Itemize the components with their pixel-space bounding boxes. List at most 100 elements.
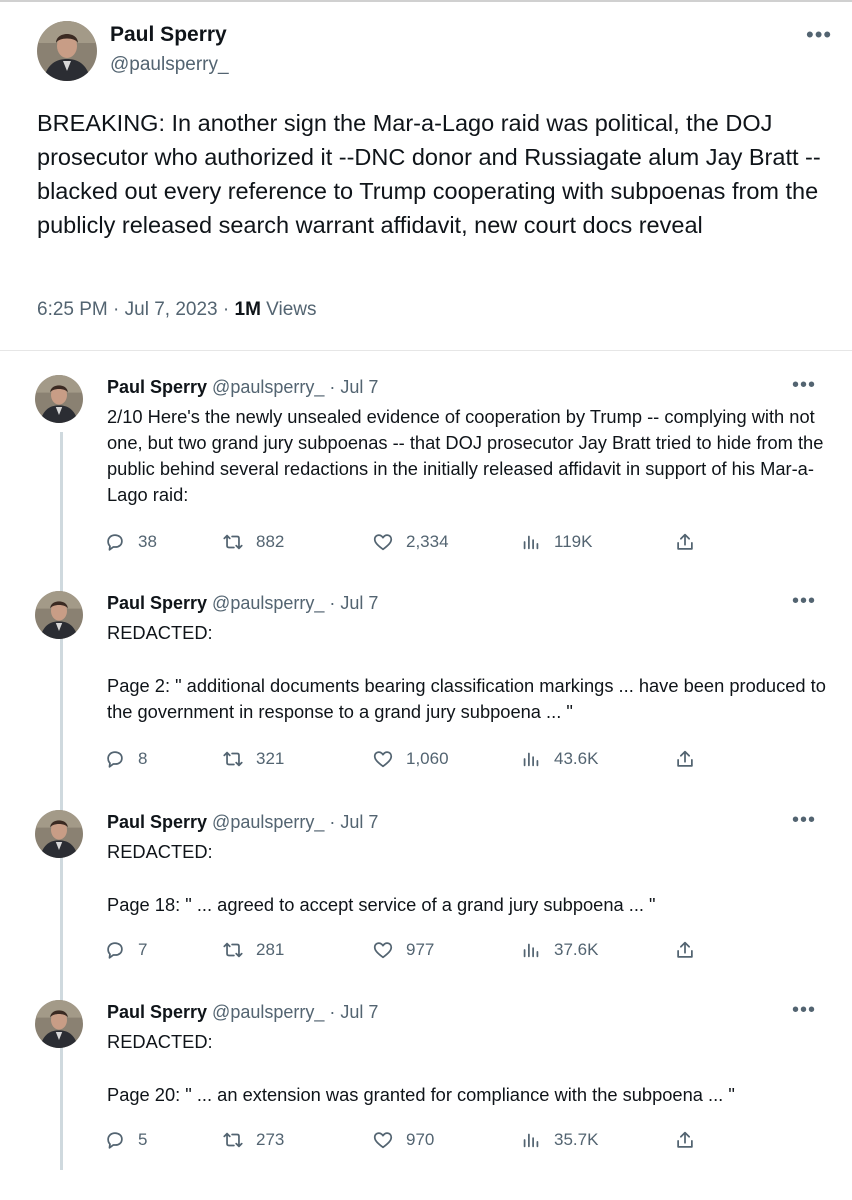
thread-line	[60, 432, 63, 1170]
views-button[interactable]: 119K	[520, 531, 592, 553]
like-count: 1,060	[406, 749, 449, 768]
author-handle-date[interactable]: @paulsperry_ · Jul 7	[207, 1002, 378, 1022]
reply-count: 8	[138, 749, 148, 768]
views-icon	[523, 943, 539, 958]
reply-icon	[107, 942, 123, 959]
reply-header: Paul Sperry @paulsperry_ · Jul 7	[107, 1002, 378, 1023]
more-icon[interactable]: •••	[792, 999, 816, 1022]
avatar[interactable]	[35, 375, 83, 423]
retweet-button[interactable]: 273	[222, 1129, 284, 1151]
author-handle-date[interactable]: @paulsperry_ · Jul 7	[207, 812, 378, 832]
more-icon[interactable]: •••	[806, 22, 832, 48]
reply-text: 2/10 Here's the newly unsealed evidence …	[107, 404, 827, 508]
views-count: 43.6K	[554, 749, 599, 768]
more-icon[interactable]: •••	[792, 374, 816, 397]
action-bar: 8 321 1,060 43.6K	[104, 748, 724, 778]
reply-line: REDACTED:	[107, 841, 213, 862]
like-icon	[373, 751, 393, 768]
like-icon	[373, 1132, 393, 1149]
share-button[interactable]	[674, 939, 696, 961]
author-name[interactable]: Paul Sperry	[107, 1002, 207, 1022]
retweet-button[interactable]: 882	[222, 531, 284, 553]
more-icon[interactable]: •••	[792, 590, 816, 613]
action-bar: 38 882 2,334 119K	[104, 531, 724, 561]
avatar[interactable]	[35, 810, 83, 858]
like-button[interactable]: 1,060	[372, 748, 449, 770]
reply-text: REDACTED: Page 2: " additional documents…	[107, 620, 827, 725]
views-icon	[523, 1133, 539, 1148]
reply-header: Paul Sperry @paulsperry_ · Jul 7	[107, 377, 378, 398]
like-button[interactable]: 2,334	[372, 531, 449, 553]
reply-count: 38	[138, 532, 157, 551]
views-count: 37.6K	[554, 940, 599, 959]
share-icon	[677, 750, 693, 767]
reply-line: REDACTED:	[107, 622, 213, 643]
retweet-icon	[223, 751, 243, 767]
reply-button[interactable]: 5	[104, 1129, 147, 1151]
reply-line: Page 2: " additional documents bearing c…	[107, 675, 826, 722]
action-bar: 5 273 970 35.7K	[104, 1129, 724, 1159]
share-button[interactable]	[674, 748, 696, 770]
reply-header: Paul Sperry @paulsperry_ · Jul 7	[107, 812, 378, 833]
tweet-meta: 6:25 PM · Jul 7, 2023 · 1M Views	[37, 299, 317, 321]
share-button[interactable]	[674, 531, 696, 553]
author-handle[interactable]: @paulsperry_	[110, 54, 229, 76]
retweet-count: 321	[256, 749, 285, 768]
reply-button[interactable]: 38	[104, 531, 157, 553]
retweet-button[interactable]: 321	[222, 748, 284, 770]
like-count: 2,334	[406, 532, 449, 551]
views-icon	[523, 535, 539, 550]
action-bar: 7 281 977 37.6K	[104, 939, 724, 969]
reply-line: Page 20: " ... an extension was granted …	[107, 1084, 735, 1105]
reply-icon	[107, 751, 123, 768]
author-name[interactable]: Paul Sperry	[107, 377, 207, 397]
author-handle-date[interactable]: @paulsperry_ · Jul 7	[207, 377, 378, 397]
reply-icon	[107, 534, 123, 551]
views-button[interactable]: 35.7K	[520, 1129, 598, 1151]
reply-count: 7	[138, 940, 148, 959]
reply-line: Page 18: " ... agreed to accept service …	[107, 894, 656, 915]
more-icon[interactable]: •••	[792, 809, 816, 832]
reply-line: REDACTED:	[107, 1031, 213, 1052]
divider	[0, 350, 852, 351]
views-label: Views	[260, 299, 317, 320]
views-button[interactable]: 37.6K	[520, 939, 598, 961]
retweet-count: 281	[256, 940, 285, 959]
share-icon	[677, 941, 693, 958]
reply-button[interactable]: 8	[104, 748, 147, 770]
top-border	[0, 0, 852, 2]
reply-text: REDACTED: Page 20: " ... an extension wa…	[107, 1029, 827, 1108]
like-count: 977	[406, 940, 435, 959]
reply-count: 5	[138, 1130, 148, 1149]
like-icon	[373, 942, 393, 959]
avatar[interactable]	[35, 1000, 83, 1048]
like-count: 970	[406, 1130, 435, 1149]
retweet-icon	[223, 942, 243, 958]
author-name[interactable]: Paul Sperry	[107, 593, 207, 613]
reply-icon	[107, 1132, 123, 1149]
retweet-icon	[223, 1132, 243, 1148]
share-button[interactable]	[674, 1129, 696, 1151]
views-icon	[523, 752, 539, 767]
author-handle-date[interactable]: @paulsperry_ · Jul 7	[207, 593, 378, 613]
avatar[interactable]	[35, 591, 83, 639]
tweet-text: BREAKING: In another sign the Mar-a-Lago…	[37, 110, 821, 238]
author-name[interactable]: Paul Sperry	[110, 23, 227, 47]
retweet-icon	[223, 534, 243, 550]
views-count: 1M	[234, 299, 261, 320]
like-button[interactable]: 977	[372, 939, 434, 961]
like-icon	[373, 534, 393, 551]
reply-header: Paul Sperry @paulsperry_ · Jul 7	[107, 593, 378, 614]
like-button[interactable]: 970	[372, 1129, 434, 1151]
retweet-button[interactable]: 281	[222, 939, 284, 961]
views-button[interactable]: 43.6K	[520, 748, 598, 770]
reply-line: 2/10 Here's the newly unsealed evidence …	[107, 406, 824, 505]
avatar[interactable]	[37, 21, 97, 81]
reply-button[interactable]: 7	[104, 939, 147, 961]
retweet-count: 273	[256, 1130, 285, 1149]
tweet-timestamp[interactable]: 6:25 PM · Jul 7, 2023 ·	[37, 299, 235, 320]
author-name[interactable]: Paul Sperry	[107, 812, 207, 832]
share-icon	[677, 533, 693, 550]
share-icon	[677, 1131, 693, 1148]
reply-text: REDACTED: Page 18: " ... agreed to accep…	[107, 839, 827, 918]
